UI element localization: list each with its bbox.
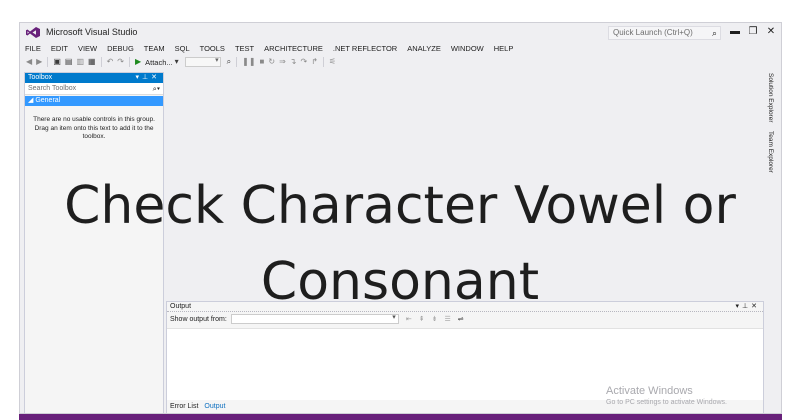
tab-error-list[interactable]: Error List xyxy=(167,401,201,413)
search-icon: ⌕▾ xyxy=(152,84,160,93)
title-bar: Microsoft Visual Studio Quick Launch (Ct… xyxy=(20,23,781,42)
solution-config-dropdown[interactable] xyxy=(184,56,221,67)
attach-dropdown-icon[interactable]: ▾ xyxy=(175,56,179,68)
menu-tools[interactable]: TOOLS xyxy=(195,43,230,55)
menu-sql[interactable]: SQL xyxy=(170,43,195,55)
pin-icon[interactable]: ⊥ xyxy=(142,74,151,81)
window-title: Microsoft Visual Studio xyxy=(46,27,138,37)
toolbox-window-controls: ▾⊥✕ xyxy=(136,73,161,83)
status-bar xyxy=(19,414,782,420)
back-icon[interactable]: ◀ xyxy=(26,56,32,68)
tab-output[interactable]: Output xyxy=(201,401,228,413)
visual-studio-logo-icon xyxy=(26,27,40,38)
step-into-icon[interactable]: ↴ xyxy=(290,56,297,68)
tab-team-explorer[interactable]: Team Explorer xyxy=(767,131,774,173)
standard-toolbar: ◀ ▶ ▣ ▤ ▥ ▦ ↶ ↷ ▶ Attach... ▾ ⌕ ❚❚ ■ ↻ ⇒… xyxy=(20,55,781,69)
minimize-button[interactable]: ▬ xyxy=(729,26,741,38)
quick-launch-input[interactable]: Quick Launch (Ctrl+Q) ⌕ xyxy=(608,26,721,40)
menu-help[interactable]: HELP xyxy=(489,43,519,55)
start-debugging-icon[interactable]: ▶ xyxy=(135,56,141,68)
toolbar-separator xyxy=(128,57,130,67)
menu-architecture[interactable]: ARCHITECTURE xyxy=(259,43,328,55)
pause-icon[interactable]: ❚❚ xyxy=(242,56,255,68)
menu-edit[interactable]: EDIT xyxy=(46,43,73,55)
save-icon[interactable]: ▥ xyxy=(76,56,84,68)
toolbox-title: Toolbox xyxy=(28,74,53,81)
toolbar-options-icon[interactable]: ⚟ xyxy=(329,56,336,68)
undo-icon[interactable]: ↶ xyxy=(107,56,114,68)
menu-bar: FILE EDIT VIEW DEBUG TEAM SQL TOOLS TEST… xyxy=(20,43,518,55)
attach-button[interactable]: Attach... xyxy=(145,58,173,67)
menu-analyze[interactable]: ANALYZE xyxy=(402,43,446,55)
toolbox-header: Toolbox ▾⊥✕ xyxy=(25,73,163,83)
watermark-subtitle: Go to PC settings to activate Windows. xyxy=(606,399,727,406)
watermark-title: Activate Windows xyxy=(606,385,693,397)
menu-net-reflector[interactable]: .NET REFLECTOR xyxy=(328,43,402,55)
close-icon[interactable]: ✕ xyxy=(151,74,160,81)
search-icon: ⌕ xyxy=(711,28,717,38)
stop-icon[interactable]: ■ xyxy=(260,56,265,68)
quick-launch-placeholder: Quick Launch (Ctrl+Q) xyxy=(613,28,693,37)
open-file-icon[interactable]: ▤ xyxy=(65,56,73,68)
menu-file[interactable]: FILE xyxy=(20,43,46,55)
toolbox-group-general[interactable]: ◢ General xyxy=(25,96,163,106)
save-all-icon[interactable]: ▦ xyxy=(88,56,96,68)
close-button[interactable]: ✕ xyxy=(765,26,777,38)
menu-window[interactable]: WINDOW xyxy=(446,43,489,55)
menu-view[interactable]: VIEW xyxy=(73,43,102,55)
find-icon[interactable]: ⌕ xyxy=(227,56,231,68)
toolbar-separator xyxy=(236,57,238,67)
redo-icon[interactable]: ↷ xyxy=(117,56,124,68)
overlay-title-line2: Consonant xyxy=(260,252,540,312)
overlay-title-line1: Check Character Vowel or xyxy=(64,176,736,236)
restore-button[interactable]: ❐ xyxy=(747,26,759,38)
toolbox-search-input[interactable]: Search Toolbox ⌕▾ xyxy=(25,83,163,95)
side-tab-strip: Solution Explorer Team Explorer xyxy=(767,73,777,180)
menu-debug[interactable]: DEBUG xyxy=(102,43,139,55)
toolbar-separator xyxy=(100,57,102,67)
overlay-title: Check Character Vowel or Consonant xyxy=(0,168,800,320)
new-project-icon[interactable]: ▣ xyxy=(53,56,61,68)
toolbox-search-placeholder: Search Toolbox xyxy=(28,85,77,92)
menu-test[interactable]: TEST xyxy=(230,43,259,55)
activate-windows-watermark: Activate Windows Go to PC settings to ac… xyxy=(606,385,727,407)
step-over-icon[interactable]: ↷ xyxy=(301,56,308,68)
restart-icon[interactable]: ↻ xyxy=(268,56,275,68)
forward-icon[interactable]: ▶ xyxy=(36,56,42,68)
output-tab-strip: Error List Output xyxy=(167,401,228,413)
tab-solution-explorer[interactable]: Solution Explorer xyxy=(767,73,774,123)
menu-team[interactable]: TEAM xyxy=(139,43,170,55)
step-out-icon[interactable]: ↱ xyxy=(311,56,318,68)
show-next-statement-icon[interactable]: ⇒ xyxy=(279,56,286,68)
toolbar-separator xyxy=(322,57,324,67)
toolbar-separator xyxy=(47,57,49,67)
toolbox-empty-message: There are no usable controls in this gro… xyxy=(33,116,155,140)
